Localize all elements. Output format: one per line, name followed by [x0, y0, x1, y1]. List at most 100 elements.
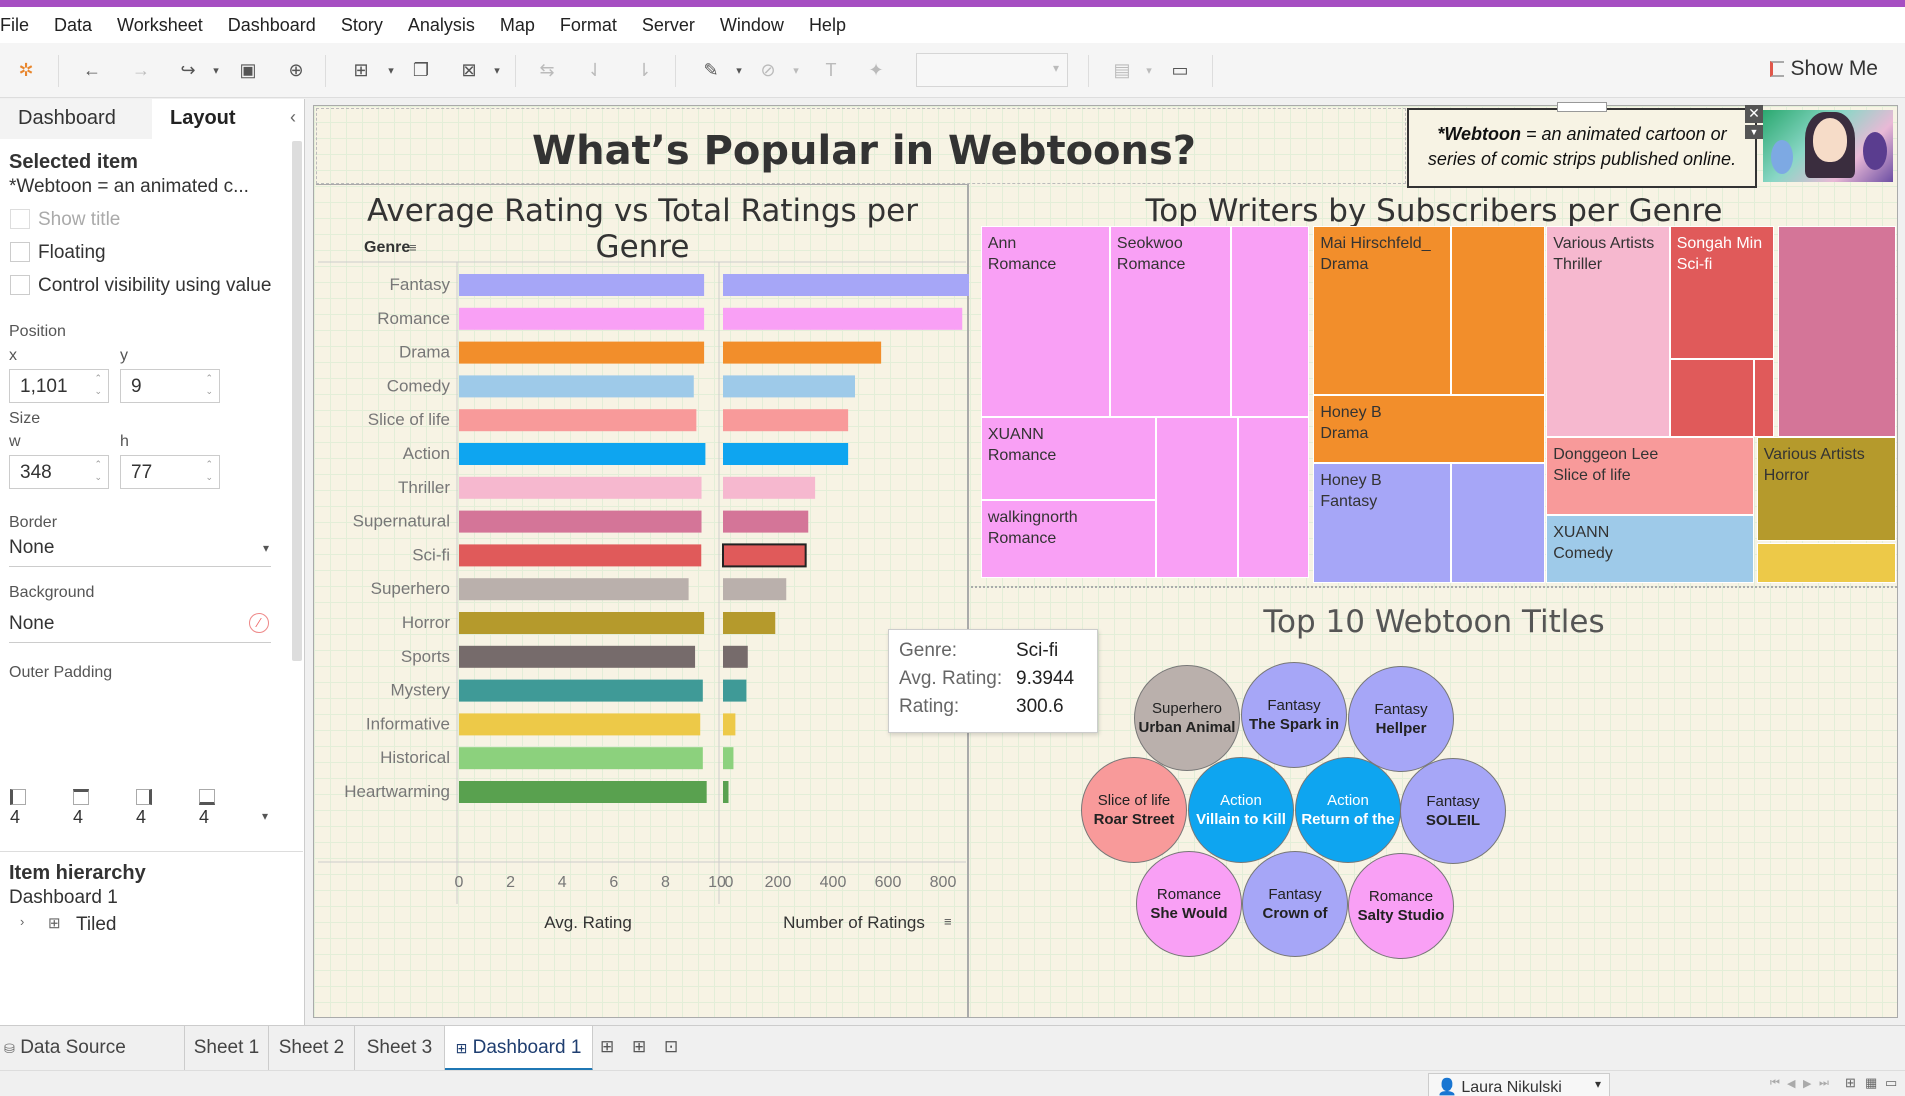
save-icon[interactable]: ▣ — [234, 56, 262, 84]
treemap-cell[interactable]: XUANN Romance — [980, 417, 1157, 501]
last-sheet-icon[interactable]: ⏭ — [1819, 1077, 1829, 1090]
x-position-input[interactable]: 1,101 — [9, 369, 109, 403]
control-visibility-checkbox[interactable] — [10, 275, 30, 295]
padding-top-value[interactable]: 4 — [73, 807, 83, 828]
treemap-cell[interactable] — [1753, 358, 1774, 437]
bubble-chart[interactable]: Superhero Urban Animal Fantasy The Spark in… — [971, 646, 1897, 1016]
title-bubble[interactable]: Slice of life Roar Street — [1081, 757, 1187, 863]
background-dropdown[interactable]: None ⁄ — [9, 613, 271, 643]
sheet-sorter-icon[interactable]: ⊞ — [1845, 1075, 1856, 1091]
title-bubble[interactable]: Romance Salty Studio — [1348, 853, 1454, 959]
drag-handle[interactable] — [1557, 102, 1607, 112]
collapse-panel-icon[interactable]: ‹ — [290, 107, 296, 128]
title-bubble[interactable]: Fantasy The Spark in — [1241, 662, 1347, 768]
label-icon[interactable]: T — [817, 56, 845, 84]
treemap-cell[interactable]: Ann Romance — [980, 226, 1110, 418]
replay-dropdown-icon[interactable]: ▾ — [202, 56, 230, 84]
padding-right-value[interactable]: 4 — [136, 807, 146, 828]
treemap-cell[interactable] — [1230, 226, 1310, 418]
tableau-logo-icon[interactable]: ✲ — [12, 56, 40, 84]
treemap-cell[interactable] — [1237, 417, 1310, 579]
menu-server[interactable]: Server — [642, 15, 705, 36]
previous-sheet-icon[interactable]: ◀ — [1787, 1077, 1795, 1090]
pin-icon[interactable]: ✦ — [862, 56, 890, 84]
height-input[interactable]: 77 — [120, 455, 220, 489]
menu-dashboard[interactable]: Dashboard — [228, 15, 326, 36]
padding-bottom-value[interactable]: 4 — [199, 807, 209, 828]
next-sheet-icon[interactable]: ▶ — [1803, 1077, 1811, 1090]
clear-icon[interactable]: ⊠ — [455, 56, 483, 84]
padding-dropdown-icon[interactable]: ▾ — [262, 809, 268, 823]
panel-scrollbar[interactable] — [292, 141, 302, 661]
padding-left-value[interactable]: 4 — [10, 807, 20, 828]
treemap-cell[interactable]: Mai Hirschfeld_ Drama — [1313, 226, 1451, 395]
menu-window[interactable]: Window — [720, 15, 794, 36]
hierarchy-child[interactable]: Tiled — [76, 914, 116, 936]
treemap-cell[interactable] — [1777, 226, 1896, 437]
title-bubble[interactable]: Romance She Would — [1136, 851, 1242, 957]
title-bubble[interactable]: Superhero Urban Animal — [1134, 665, 1240, 771]
floating-checkbox[interactable] — [10, 242, 30, 262]
swap-icon[interactable]: ⇆ — [533, 56, 561, 84]
treemap-chart[interactable]: Ann Romance Seokwoo Romance XUANN Romance walk… — [971, 226, 1897, 586]
new-worksheet-dropdown-icon[interactable]: ▾ — [377, 56, 405, 84]
treemap-cell[interactable]: XUANN Comedy — [1546, 514, 1754, 584]
menu-data[interactable]: Data — [54, 15, 102, 36]
treemap-cell[interactable]: Honey B Fantasy — [1313, 462, 1451, 584]
show-cards-dropdown-icon[interactable]: ▾ — [1135, 56, 1163, 84]
treemap-cell[interactable]: Seokwoo Romance — [1109, 226, 1231, 418]
treemap-cell[interactable]: walkingnorth Romance — [980, 500, 1157, 579]
new-worksheet-icon[interactable]: ⊞ — [600, 1037, 614, 1057]
new-data-source-icon[interactable]: ⊕ — [282, 56, 310, 84]
close-icon[interactable]: ✕ — [1745, 105, 1763, 123]
undo-icon[interactable]: ← — [78, 56, 106, 84]
menu-map[interactable]: Map — [500, 15, 545, 36]
title-bubble[interactable]: Fantasy SOLEIL — [1400, 758, 1506, 864]
tabs-icon[interactable]: ▭ — [1885, 1075, 1897, 1091]
title-bubble[interactable]: Fantasy Hellper — [1348, 666, 1454, 772]
user-menu[interactable]: 👤 Laura Nikulski — [1428, 1073, 1610, 1096]
bar-chart[interactable]: Genre≡FantasyRomanceDramaComedySlice of … — [314, 234, 969, 934]
highlight-dropdown-icon[interactable]: ▾ — [725, 56, 753, 84]
show-me-button[interactable]: Show Me — [1770, 57, 1878, 81]
webtoon-definition-textbox[interactable]: *Webtoon = an animated cartoon or series… — [1407, 108, 1757, 188]
menu-story[interactable]: Story — [341, 15, 393, 36]
treemap-cell[interactable]: Honey B Drama — [1313, 395, 1545, 463]
tab-sheet-3[interactable]: Sheet 3 — [355, 1026, 445, 1071]
chevron-right-icon[interactable]: › — [20, 914, 24, 929]
show-cards-icon[interactable]: ▤ — [1108, 56, 1136, 84]
sort-ascending-icon[interactable]: ⇃ — [581, 56, 609, 84]
tab-sheet-1[interactable]: Sheet 1 — [185, 1026, 269, 1071]
tab-data-source[interactable]: ⛁ Data Source — [0, 1026, 185, 1071]
sort-descending-icon[interactable]: ⇂ — [630, 56, 658, 84]
treemap-cell[interactable]: Various Artists Thriller — [1546, 226, 1670, 437]
width-input[interactable]: 348 — [9, 455, 109, 489]
redo-icon[interactable]: → — [127, 56, 155, 84]
presentation-mode-icon[interactable]: ▭ — [1166, 56, 1194, 84]
menu-worksheet[interactable]: Worksheet — [117, 15, 213, 36]
menu-file[interactable]: File — [0, 15, 39, 36]
replay-icon[interactable]: ↪ — [174, 56, 202, 84]
tab-layout[interactable]: Layout — [152, 99, 304, 139]
duplicate-icon[interactable]: ❐ — [407, 56, 435, 84]
group-icon[interactable]: ⊘ — [754, 56, 782, 84]
y-position-input[interactable]: 9 — [120, 369, 220, 403]
treemap-cell[interactable] — [1450, 226, 1545, 395]
tab-dashboard-1[interactable]: ⊞ Dashboard 1 — [445, 1026, 593, 1071]
new-worksheet-icon[interactable]: ⊞ — [347, 56, 375, 84]
show-title-checkbox[interactable] — [10, 209, 30, 229]
treemap-cell[interactable]: Songah Min Sci-fi — [1669, 226, 1774, 359]
title-bubble[interactable]: Fantasy Crown of — [1242, 851, 1348, 957]
more-options-icon[interactable]: ▼ — [1745, 125, 1763, 139]
treemap-cell[interactable]: Donggeon Lee Slice of life — [1546, 436, 1754, 515]
first-sheet-icon[interactable]: ⏮ — [1770, 1077, 1780, 1090]
treemap-cell[interactable] — [1156, 417, 1238, 579]
filmstrip-icon[interactable]: ▦ — [1865, 1075, 1877, 1091]
highlight-icon[interactable]: ✎ — [697, 56, 725, 84]
fit-dropdown[interactable] — [916, 53, 1068, 87]
title-bubble[interactable]: Action Villain to Kill — [1188, 757, 1294, 863]
new-story-icon[interactable]: ⊡ — [664, 1037, 678, 1057]
title-bubble[interactable]: Action Return of the — [1295, 757, 1401, 863]
menu-analysis[interactable]: Analysis — [408, 15, 485, 36]
tab-sheet-2[interactable]: Sheet 2 — [269, 1026, 355, 1071]
